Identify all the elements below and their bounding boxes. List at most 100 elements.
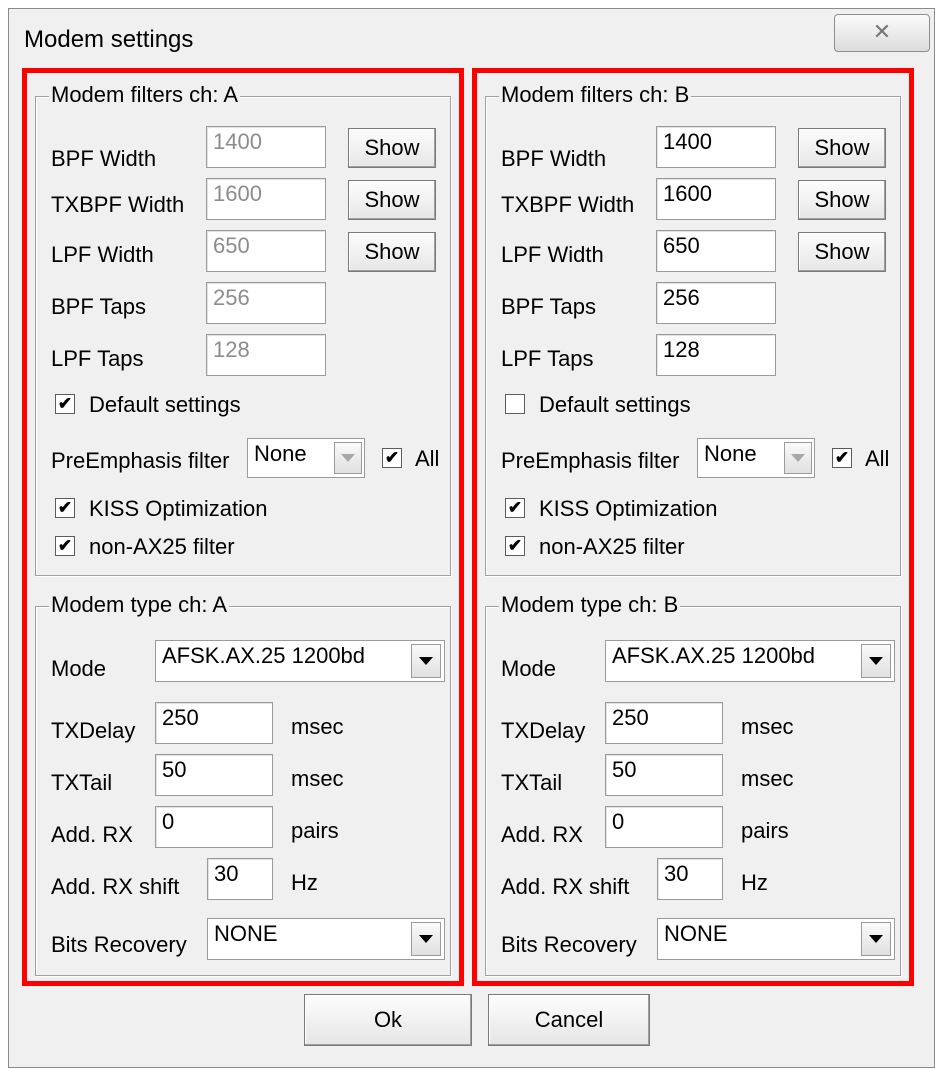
bpf-show-button[interactable]: Show [798, 128, 886, 168]
modem-filters-legend: Modem filters ch: B [499, 82, 692, 108]
kiss-optimization-label: KISS Optimization [539, 496, 718, 521]
chevron-down-icon [869, 935, 883, 943]
add-rx-field[interactable]: 0 [155, 806, 273, 848]
mode-value: AFSK.AX.25 1200bd [162, 643, 366, 668]
bits-recovery-dropdown-button[interactable] [861, 922, 891, 956]
preemphasis-label: PreEmphasis filter [51, 448, 230, 473]
chevron-down-icon [419, 935, 433, 943]
preemphasis-value: None [254, 441, 307, 466]
preemphasis-dropdown-button[interactable] [334, 442, 362, 474]
txbpf-width-label: TXBPF Width [51, 192, 185, 217]
mode-select[interactable]: AFSK.AX.25 1200bd [155, 640, 445, 682]
close-icon: ✕ [872, 19, 892, 44]
non-ax25-filter-label: non-AX25 filter [539, 534, 685, 559]
close-button[interactable]: ✕ [834, 14, 930, 52]
modem-type-legend: Modem type ch: B [499, 592, 681, 618]
bpf-taps-field[interactable]: 256 [206, 282, 326, 324]
preemphasis-dropdown-button[interactable] [784, 442, 812, 474]
kiss-optimization-checkbox[interactable]: ✔ [55, 498, 75, 518]
add-rx-label: Add. RX [501, 822, 583, 847]
lpf-show-button[interactable]: Show [348, 232, 436, 272]
default-settings-checkbox[interactable] [505, 394, 525, 414]
lpf-taps-label: LPF Taps [501, 346, 594, 371]
bits-recovery-value: NONE [214, 921, 278, 946]
add-rx-shift-field[interactable]: 30 [657, 858, 723, 900]
mode-label: Mode [51, 656, 107, 681]
non-ax25-filter-checkbox[interactable]: ✔ [55, 536, 75, 556]
lpf-width-label: LPF Width [51, 242, 154, 267]
non-ax25-filter-label: non-AX25 filter [89, 534, 235, 559]
txtail-unit: msec [741, 766, 794, 791]
txbpf-show-button[interactable]: Show [348, 180, 436, 220]
all-label: All [865, 446, 890, 471]
lpf-taps-field[interactable]: 128 [656, 334, 776, 376]
txtail-label: TXTail [51, 770, 113, 795]
add-rx-shift-field[interactable]: 30 [207, 858, 273, 900]
lpf-width-field[interactable]: 650 [656, 230, 776, 272]
bpf-width-field[interactable]: 1400 [656, 126, 776, 168]
bpf-taps-label: BPF Taps [501, 294, 596, 319]
txdelay-field[interactable]: 250 [605, 702, 723, 744]
default-settings-label: Default settings [539, 392, 691, 417]
all-label: All [415, 446, 440, 471]
add-rx-shift-unit: Hz [741, 870, 768, 895]
add-rx-field[interactable]: 0 [605, 806, 723, 848]
lpf-width-label: LPF Width [501, 242, 604, 267]
bpf-taps-field[interactable]: 256 [656, 282, 776, 324]
add-rx-unit: pairs [741, 818, 789, 843]
mode-value: AFSK.AX.25 1200bd [612, 643, 816, 668]
modem-filters-legend: Modem filters ch: A [49, 82, 241, 108]
chevron-down-icon [341, 454, 355, 462]
window-title: Modem settings [24, 26, 194, 53]
bits-recovery-select[interactable]: NONE [207, 918, 445, 960]
chevron-down-icon [419, 657, 433, 665]
bits-recovery-label: Bits Recovery [501, 932, 637, 957]
bpf-width-label: BPF Width [51, 146, 157, 171]
bpf-width-label: BPF Width [501, 146, 607, 171]
txtail-field[interactable]: 50 [605, 754, 723, 796]
modem-type-legend: Modem type ch: A [49, 592, 230, 618]
default-settings-checkbox[interactable]: ✔ [55, 394, 75, 414]
non-ax25-filter-checkbox[interactable]: ✔ [505, 536, 525, 556]
all-checkbox[interactable]: ✔ [832, 448, 852, 468]
add-rx-unit: pairs [291, 818, 339, 843]
bits-recovery-dropdown-button[interactable] [411, 922, 441, 956]
txbpf-width-field[interactable]: 1600 [656, 178, 776, 220]
bpf-taps-label: BPF Taps [51, 294, 146, 319]
lpf-taps-field[interactable]: 128 [206, 334, 326, 376]
bpf-show-button[interactable]: Show [348, 128, 436, 168]
txdelay-field[interactable]: 250 [155, 702, 273, 744]
bits-recovery-value: NONE [664, 921, 728, 946]
bits-recovery-select[interactable]: NONE [657, 918, 895, 960]
cancel-button[interactable]: Cancel [488, 994, 650, 1046]
txbpf-width-label: TXBPF Width [501, 192, 635, 217]
all-checkbox[interactable]: ✔ [382, 448, 402, 468]
preemphasis-label: PreEmphasis filter [501, 448, 680, 473]
kiss-optimization-label: KISS Optimization [89, 496, 268, 521]
mode-dropdown-button[interactable] [861, 644, 891, 678]
txdelay-unit: msec [741, 714, 794, 739]
lpf-width-field[interactable]: 650 [206, 230, 326, 272]
txtail-label: TXTail [501, 770, 563, 795]
bpf-width-field[interactable]: 1400 [206, 126, 326, 168]
txdelay-label: TXDelay [501, 718, 586, 743]
add-rx-shift-label: Add. RX shift [501, 874, 630, 899]
txbpf-width-field[interactable]: 1600 [206, 178, 326, 220]
lpf-show-button[interactable]: Show [798, 232, 886, 272]
txtail-unit: msec [291, 766, 344, 791]
lpf-taps-label: LPF Taps [51, 346, 144, 371]
txbpf-show-button[interactable]: Show [798, 180, 886, 220]
add-rx-label: Add. RX [51, 822, 133, 847]
chevron-down-icon [791, 454, 805, 462]
kiss-optimization-checkbox[interactable]: ✔ [505, 498, 525, 518]
default-settings-label: Default settings [89, 392, 241, 417]
mode-label: Mode [501, 656, 557, 681]
mode-dropdown-button[interactable] [411, 644, 441, 678]
ok-button[interactable]: Ok [304, 994, 472, 1046]
chevron-down-icon [869, 657, 883, 665]
preemphasis-value: None [704, 441, 757, 466]
mode-select[interactable]: AFSK.AX.25 1200bd [605, 640, 895, 682]
add-rx-shift-label: Add. RX shift [51, 874, 180, 899]
txtail-field[interactable]: 50 [155, 754, 273, 796]
txdelay-unit: msec [291, 714, 344, 739]
